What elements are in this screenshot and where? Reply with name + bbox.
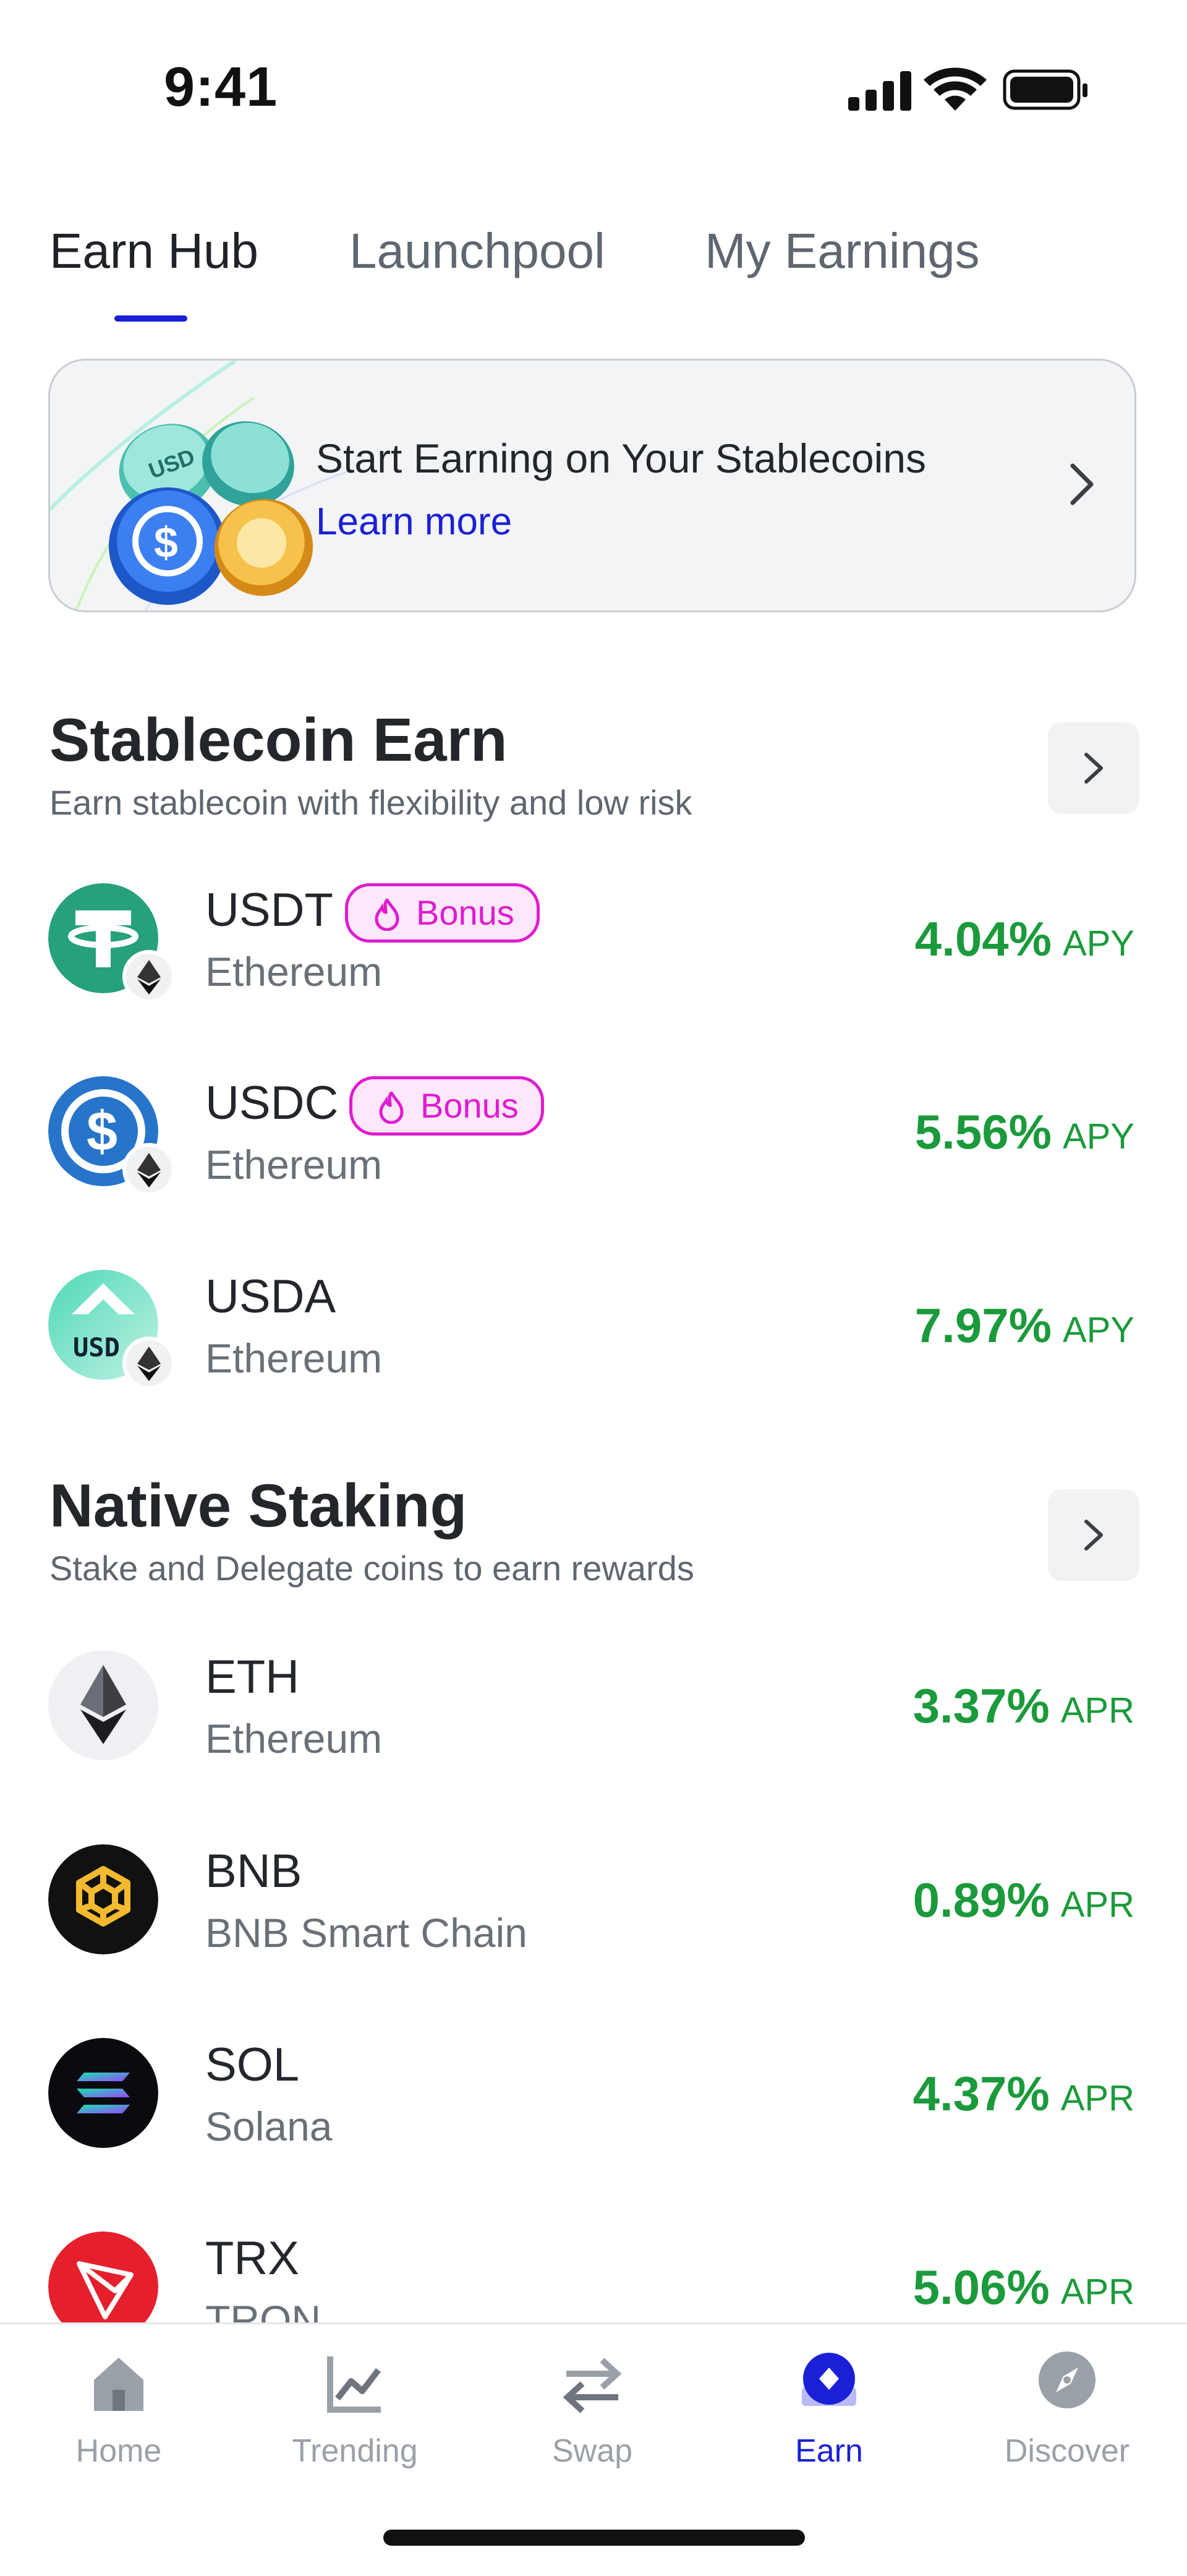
list-item-usda[interactable]: USD USDA Ethereum 7.97% APY: [0, 1264, 1187, 1418]
coin-rate: 4.37% APR: [913, 2066, 1134, 2121]
list-item-sol[interactable]: SOL Solana 4.37% APR: [0, 2032, 1187, 2186]
coin-network: Ethereum: [205, 949, 383, 995]
eth-coin-icon: [48, 1650, 158, 1760]
coin-network: Solana: [205, 2103, 333, 2149]
battery-icon: [1003, 69, 1087, 110]
coin-rate: 5.56% APY: [914, 1105, 1134, 1159]
tab-launchpool[interactable]: Launchpool: [349, 223, 605, 280]
coin-rate: 4.04% APY: [914, 912, 1134, 966]
chevron-right-icon: [1070, 463, 1094, 505]
native-staking-more-button[interactable]: [1048, 1489, 1139, 1581]
banner-title: Start Earning on Your Stablecoins: [316, 435, 927, 481]
bnb-coin-icon: [48, 1844, 158, 1954]
home-indicator: [383, 2530, 805, 2546]
native-staking-title: Native Staking: [49, 1471, 467, 1539]
list-item-usdt[interactable]: USDT Bonus Ethereum 4.04% APY: [0, 877, 1187, 1032]
stablecoin-earn-more-button[interactable]: [1048, 722, 1139, 814]
bonus-badge: Bonus: [349, 1076, 544, 1136]
coin-rate: 0.89% APR: [913, 1873, 1134, 1927]
nav-home[interactable]: Home: [26, 2349, 211, 2497]
coin-rate: 3.37% APR: [913, 1679, 1134, 1733]
nav-discover[interactable]: Discover: [974, 2349, 1160, 2497]
coin-symbol: BNB: [205, 1845, 302, 1898]
sol-coin-icon: [48, 2038, 158, 2148]
native-staking-subtitle: Stake and Delegate coins to earn rewards: [49, 1549, 694, 1588]
tab-active-indicator: [114, 315, 187, 322]
nav-label: Swap: [551, 2433, 633, 2469]
chevron-right-icon: [1084, 1520, 1103, 1551]
coin-rate: 5.06% APR: [913, 2260, 1134, 2314]
nav-swap[interactable]: Swap: [500, 2349, 685, 2497]
swap-icon: [563, 2358, 622, 2413]
svg-text:USD: USD: [73, 1332, 120, 1363]
coin-network: Ethereum: [205, 1142, 383, 1187]
status-icons: [848, 67, 1087, 111]
nav-label: Trending: [292, 2433, 418, 2469]
coin-symbol: TRX: [205, 2232, 299, 2285]
nav-label: Earn: [795, 2433, 863, 2469]
svg-text:$: $: [87, 1101, 117, 1163]
nav-label: Home: [75, 2433, 162, 2469]
nav-trending[interactable]: Trending: [262, 2349, 448, 2497]
list-item-usdc[interactable]: $ USDC Bonus Ethereum 5.56% APY: [0, 1070, 1187, 1225]
home-icon: [94, 2358, 143, 2411]
coin-symbol: SOL: [205, 2039, 300, 2091]
coin-symbol: ETH: [205, 1651, 299, 1703]
tab-earn-hub[interactable]: Earn Hub: [49, 223, 258, 280]
flame-icon: [375, 899, 399, 931]
learn-more-link[interactable]: Learn more: [316, 500, 512, 544]
nav-earn[interactable]: Earn: [736, 2349, 922, 2497]
wifi-icon: [924, 67, 987, 111]
coin-symbol: USDA: [205, 1270, 336, 1323]
ethereum-badge-icon: [122, 1143, 176, 1196]
bonus-badge: Bonus: [345, 883, 540, 943]
coin-symbol: USDT: [205, 884, 333, 936]
status-time: 9:41: [164, 56, 278, 118]
stablecoin-earn-subtitle: Earn stablecoin with flexibility and low…: [49, 783, 692, 822]
ethereum-badge-icon: [122, 1337, 176, 1390]
compass-icon: [1039, 2351, 1096, 2408]
stablecoin-promo-banner[interactable]: USD $ Start Earning on Your Stablecoins …: [48, 359, 1136, 612]
stablecoin-earn-title: Stablecoin Earn: [49, 706, 508, 774]
trending-icon: [327, 2356, 381, 2413]
stablecoins-illustration: USD $: [50, 361, 347, 610]
earn-icon: [802, 2353, 856, 2406]
signal-icon: [848, 71, 911, 111]
list-item-eth[interactable]: ETH Ethereum 3.37% APR: [0, 1644, 1187, 1799]
coin-network: Ethereum: [205, 1335, 383, 1381]
coin-symbol: USDC: [205, 1077, 339, 1129]
svg-text:$: $: [154, 518, 178, 567]
ethereum-badge-icon: [122, 950, 176, 1003]
coin-network: Ethereum: [205, 1716, 383, 1761]
list-item-bnb[interactable]: BNB BNB Smart Chain 0.89% APR: [0, 1838, 1187, 1993]
flame-icon: [379, 1092, 404, 1124]
coin-rate: 7.97% APY: [914, 1298, 1134, 1353]
nav-label: Discover: [1004, 2433, 1130, 2469]
tab-my-earnings[interactable]: My Earnings: [705, 223, 980, 280]
coin-network: BNB Smart Chain: [205, 1910, 527, 1956]
chevron-right-icon: [1084, 753, 1103, 784]
